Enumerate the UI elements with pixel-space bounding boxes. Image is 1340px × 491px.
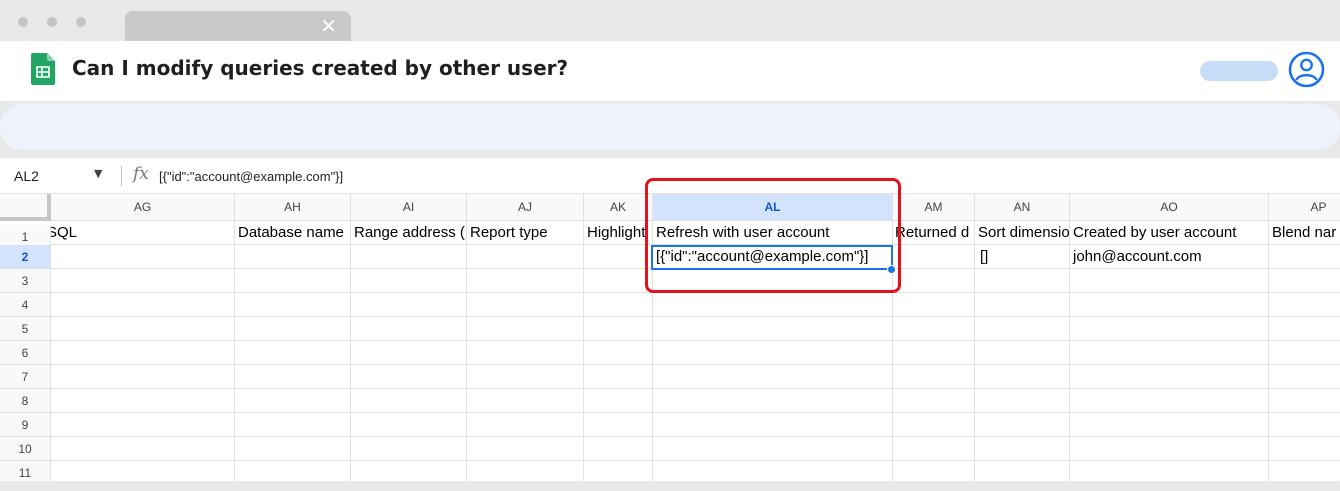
column-header[interactable]: AP <box>1269 194 1340 221</box>
google-sheets-icon[interactable] <box>31 53 55 85</box>
cell[interactable]: [] <box>975 245 1070 269</box>
row-header[interactable]: 6 <box>0 341 51 365</box>
row-header[interactable]: 5 <box>0 317 51 341</box>
browser-window: ✕ Can I modify queries created by other … <box>0 0 1340 491</box>
document-title: Can I modify queries created by other us… <box>72 56 569 80</box>
divider <box>121 166 122 186</box>
close-icon[interactable]: ✕ <box>320 14 337 38</box>
column-header[interactable]: AJ <box>467 194 584 221</box>
row-header[interactable]: 3 <box>0 269 51 293</box>
cell[interactable] <box>351 245 467 269</box>
window-titlebar: ✕ <box>0 0 1340 41</box>
column-header[interactable]: AM <box>893 194 975 221</box>
share-button-placeholder[interactable] <box>1200 61 1278 81</box>
cell[interactable] <box>1269 245 1340 269</box>
browser-tab[interactable]: ✕ <box>125 11 351 41</box>
cell[interactable]: Returned d <box>893 221 975 245</box>
cell[interactable] <box>235 245 351 269</box>
column-header[interactable]: AO <box>1070 194 1269 221</box>
column-header[interactable]: AK <box>584 194 653 221</box>
column-header[interactable]: AN <box>975 194 1070 221</box>
function-icon: fx <box>133 164 149 184</box>
app-header: Can I modify queries created by other us… <box>0 41 1340 101</box>
row-header[interactable]: 7 <box>0 365 51 389</box>
account-circle-icon[interactable] <box>1288 51 1325 88</box>
cell[interactable]: john@account.com <box>1070 245 1269 269</box>
row-header-active[interactable]: 2 <box>0 245 51 269</box>
window-close-dot[interactable] <box>18 17 28 27</box>
column-header[interactable]: AG <box>51 194 235 221</box>
highlight-annotation-box <box>645 178 901 293</box>
cell[interactable]: Sort dimensio <box>975 221 1070 245</box>
cell[interactable]: Blend nar <box>1269 221 1340 245</box>
window-maximize-dot[interactable] <box>76 17 86 27</box>
chevron-down-icon[interactable]: ▼ <box>94 167 102 180</box>
grid-lines <box>51 269 1340 481</box>
cell[interactable] <box>51 245 235 269</box>
row-header[interactable]: 8 <box>0 389 51 413</box>
row-header[interactable]: 4 <box>0 293 51 317</box>
cell[interactable] <box>584 245 653 269</box>
cell[interactable]: Report type <box>467 221 584 245</box>
row-header[interactable]: 9 <box>0 413 51 437</box>
cell[interactable] <box>467 245 584 269</box>
toolbar <box>0 104 1340 150</box>
cell[interactable] <box>893 245 975 269</box>
select-all-corner[interactable] <box>0 194 51 221</box>
cell[interactable]: Highlight <box>584 221 653 245</box>
column-header[interactable]: AH <box>235 194 351 221</box>
window-minimize-dot[interactable] <box>47 17 57 27</box>
bottom-border <box>0 481 1340 491</box>
row-header[interactable]: 11 <box>0 461 51 481</box>
cell[interactable]: Created by user account <box>1070 221 1269 245</box>
cell[interactable]: Database name <box>235 221 351 245</box>
column-header[interactable]: AI <box>351 194 467 221</box>
cell[interactable]: SQL <box>51 221 235 245</box>
name-box[interactable]: AL2 <box>14 168 39 184</box>
row-header[interactable]: 10 <box>0 437 51 461</box>
cell[interactable]: Range address ( <box>351 221 467 245</box>
formula-input[interactable]: [{"id":"account@example.com"}] <box>159 169 343 184</box>
